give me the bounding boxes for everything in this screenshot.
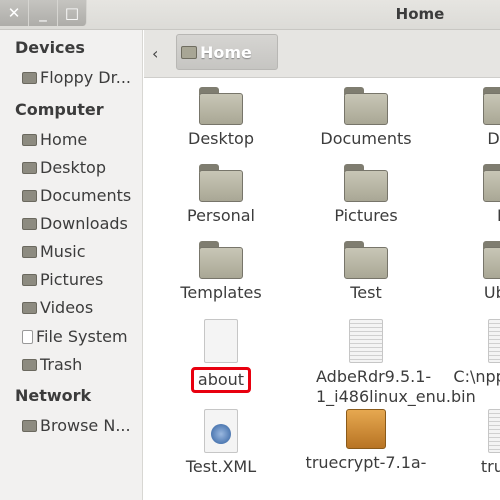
file-item[interactable]: Desktop — [156, 87, 286, 149]
toolbar: ‹ Home — [144, 30, 500, 78]
breadcrumb-label: Home — [200, 42, 252, 62]
file-item[interactable]: AdbeRdr9.5.1-1_i486linux_enu.bin — [301, 319, 476, 407]
sidebar-item-pictures[interactable]: Pictures — [22, 270, 103, 289]
folder-icon — [344, 241, 388, 279]
section-devices: Devices — [15, 38, 85, 57]
file-item[interactable]: truecrypt-7.1a- — [301, 409, 431, 473]
file-item[interactable]: Templates — [156, 241, 286, 303]
sidebar-item-label: Downloads — [40, 214, 128, 233]
folder-icon — [22, 245, 37, 258]
file-grid: Desktop Documents Dow Personal Pictures Pr Tem… — [144, 79, 500, 500]
folder-icon — [22, 273, 37, 286]
file-label: Ubun — [483, 283, 500, 302]
file-label: about — [190, 367, 252, 393]
breadcrumb-home[interactable]: Home — [176, 34, 278, 70]
folder-icon — [22, 301, 37, 314]
section-computer: Computer — [15, 100, 104, 119]
maximize-button[interactable]: □ — [58, 0, 87, 26]
file-item[interactable]: C:\npp \debu — [440, 319, 500, 387]
file-item[interactable]: about — [156, 319, 286, 393]
file-item[interactable]: Test — [301, 241, 431, 303]
folder-icon — [344, 87, 388, 125]
file-item[interactable]: truecr — [440, 409, 500, 477]
file-item[interactable]: Ubun — [440, 241, 500, 303]
file-label: Dow — [487, 129, 500, 148]
folder-icon — [22, 161, 37, 174]
sidebar: Devices Floppy Dr... Computer Home Desktop Do… — [0, 30, 143, 500]
sidebar-item-label: Documents — [40, 186, 132, 205]
file-label: truecrypt-7.1a- — [305, 453, 427, 472]
sidebar-item-videos[interactable]: Videos — [22, 298, 93, 317]
file-label: Test.XML — [185, 457, 257, 476]
sidebar-item-label: Browse N... — [40, 416, 131, 435]
text-file-icon — [349, 319, 383, 363]
file-icon — [22, 329, 33, 344]
sidebar-item-label: File System — [36, 327, 128, 346]
home-folder-icon — [22, 133, 37, 146]
file-item[interactable]: Documents — [301, 87, 431, 149]
file-icon — [204, 319, 238, 363]
sidebar-item-browse-network[interactable]: Browse N... — [22, 416, 131, 435]
folder-icon — [199, 241, 243, 279]
file-item[interactable]: Test.XML — [156, 409, 286, 477]
sidebar-item-label: Music — [40, 242, 86, 261]
file-label: Templates — [180, 283, 262, 302]
folder-icon — [344, 164, 388, 202]
package-icon — [346, 409, 386, 449]
file-label: Pictures — [334, 206, 398, 225]
section-network: Network — [15, 386, 92, 405]
file-label: AdbeRdr9.5.1-1_i486linux_enu.bin — [316, 367, 476, 406]
folder-icon — [199, 164, 243, 202]
file-label: C:\npp \debu — [453, 367, 500, 386]
xml-file-icon — [204, 409, 238, 453]
file-item[interactable]: Personal — [156, 164, 286, 226]
sidebar-item-home[interactable]: Home — [22, 130, 87, 149]
folder-icon — [483, 241, 500, 279]
sidebar-item-label: Desktop — [40, 158, 106, 177]
text-file-icon — [488, 409, 500, 453]
file-label: truecr — [480, 457, 500, 476]
back-button[interactable]: ‹ — [152, 44, 158, 63]
file-item[interactable]: Pr — [440, 164, 500, 226]
close-button[interactable]: ✕ — [0, 0, 29, 26]
folder-icon — [483, 164, 500, 202]
window-title: Home — [395, 5, 445, 23]
drive-icon — [22, 71, 37, 84]
sidebar-item-file-system[interactable]: File System — [22, 327, 128, 346]
sidebar-item-label: Videos — [40, 298, 94, 317]
home-folder-icon — [181, 45, 197, 59]
sidebar-item-label: Trash — [40, 355, 83, 374]
file-label: Desktop — [188, 129, 254, 148]
sidebar-item-floppy[interactable]: Floppy Dr... — [22, 68, 131, 87]
trash-icon — [22, 358, 37, 371]
file-label: Documents — [320, 129, 412, 148]
sidebar-item-documents[interactable]: Documents — [22, 186, 131, 205]
network-icon — [22, 419, 37, 432]
sidebar-item-trash[interactable]: Trash — [22, 355, 82, 374]
folder-icon — [199, 87, 243, 125]
file-item[interactable]: Dow — [440, 87, 500, 149]
sidebar-item-desktop[interactable]: Desktop — [22, 158, 106, 177]
folder-icon — [483, 87, 500, 125]
file-item[interactable]: Pictures — [301, 164, 431, 226]
sidebar-item-label: Home — [40, 130, 88, 149]
file-label: Test — [350, 283, 382, 302]
minimize-button[interactable]: _ — [29, 0, 58, 26]
file-label: Personal — [186, 206, 255, 225]
folder-icon — [22, 189, 37, 202]
sidebar-item-label: Floppy Dr... — [40, 68, 131, 87]
text-file-icon — [488, 319, 500, 363]
sidebar-item-label: Pictures — [40, 270, 104, 289]
title-bar: ✕ _ □ Home — [0, 0, 500, 30]
folder-icon — [22, 217, 37, 230]
sidebar-item-downloads[interactable]: Downloads — [22, 214, 128, 233]
sidebar-item-music[interactable]: Music — [22, 242, 86, 261]
